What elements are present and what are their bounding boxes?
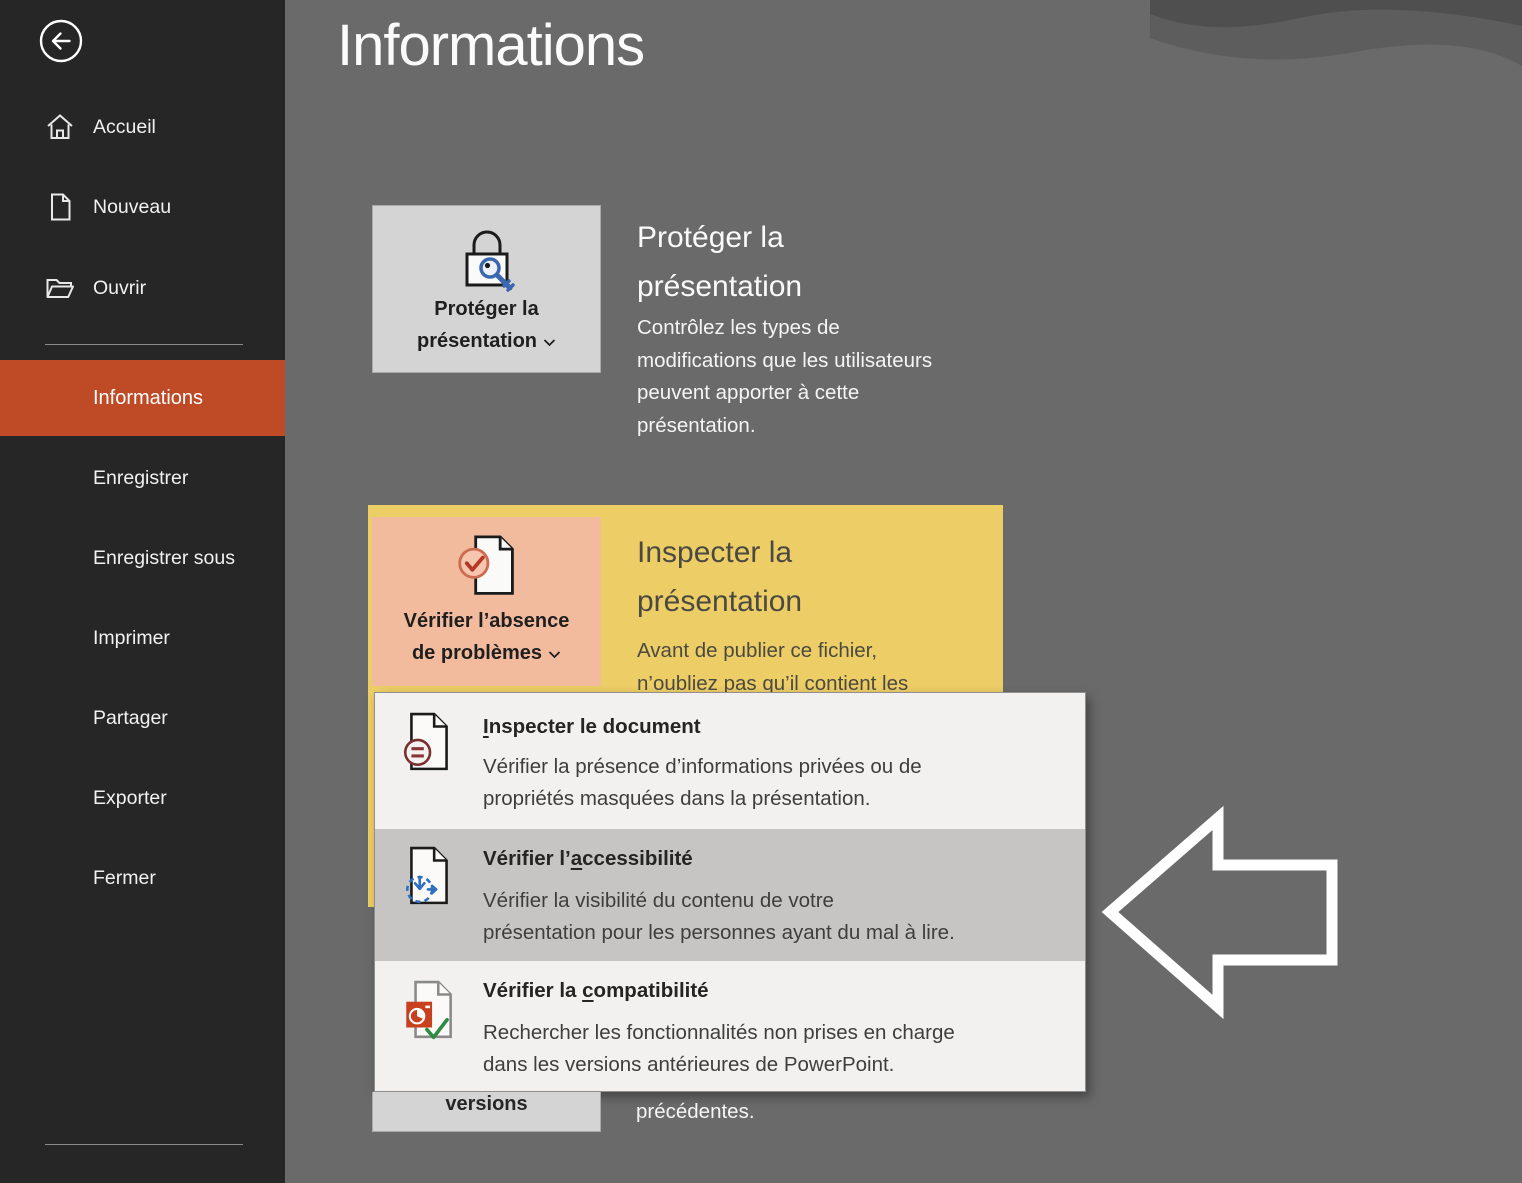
sidebar-item-partager[interactable]: Partager xyxy=(93,704,168,732)
protect-presentation-button[interactable]: Protéger la présentation xyxy=(372,205,601,373)
sidebar-item-imprimer[interactable]: Imprimer xyxy=(93,624,170,652)
check-button-label-line1: Vérifier l’absence xyxy=(372,610,601,633)
version-history-button-partial[interactable]: versions xyxy=(372,1092,601,1132)
inspect-document-icon xyxy=(404,711,454,773)
home-icon xyxy=(44,111,76,143)
chevron-down-icon xyxy=(548,642,561,665)
chevron-down-icon xyxy=(543,330,556,353)
check-button-label-line2: de problèmes xyxy=(372,642,601,665)
sidebar: Accueil Nouveau Ouvrir Informations Enre… xyxy=(0,0,285,1183)
check-for-issues-dropdown-menu: Inspecter le document Vérifier la présen… xyxy=(374,692,1086,1092)
new-document-icon xyxy=(44,191,76,223)
sidebar-item-enregistrer-sous[interactable]: Enregistrer sous xyxy=(93,544,235,572)
sidebar-item-informations-selected[interactable]: Informations xyxy=(0,360,285,436)
inspect-section-description: Avant de publier ce fichier, n’oubliez p… xyxy=(637,635,908,700)
trailing-description-text: précédentes. xyxy=(636,1100,755,1124)
sidebar-divider-bottom xyxy=(45,1144,243,1145)
versions-button-label: versions xyxy=(373,1093,600,1116)
accessibility-check-icon xyxy=(404,845,454,907)
compatibility-check-icon xyxy=(404,979,456,1043)
menu-item-check-accessibility[interactable]: Vérifier l’accessibilité Vérifier la vis… xyxy=(375,829,1085,961)
sidebar-divider-top xyxy=(45,344,243,345)
check-for-issues-button[interactable]: Vérifier l’absence de problèmes xyxy=(372,517,601,686)
powerpoint-backstage-informations: Informations Accueil Nouveau Ouvrir In xyxy=(0,0,1522,1183)
protect-button-label-line2: présentation xyxy=(373,330,600,353)
sidebar-item-label: Informations xyxy=(93,360,203,436)
background-texture xyxy=(1150,0,1522,150)
menu-item-inspect-document[interactable]: Inspecter le document Vérifier la présen… xyxy=(375,693,1085,829)
open-folder-icon xyxy=(44,272,76,304)
back-arrow-icon xyxy=(39,19,83,63)
sidebar-item-exporter[interactable]: Exporter xyxy=(93,784,167,812)
back-button[interactable] xyxy=(39,19,83,63)
lock-key-icon xyxy=(454,226,520,294)
menu-item-check-compatibility[interactable]: Vérifier la compatibilité Rechercher les… xyxy=(375,961,1085,1093)
protect-section-heading: Protéger la présentation xyxy=(637,213,802,311)
document-check-icon xyxy=(455,531,519,603)
sidebar-item-nouveau[interactable]: Nouveau xyxy=(93,193,171,221)
inspect-section-heading: Inspecter la présentation xyxy=(637,528,802,626)
sidebar-item-accueil[interactable]: Accueil xyxy=(93,113,156,141)
sidebar-item-ouvrir[interactable]: Ouvrir xyxy=(93,274,146,302)
sidebar-item-fermer[interactable]: Fermer xyxy=(93,864,156,892)
page-title: Informations xyxy=(337,12,644,79)
big-left-arrow-annotation-icon xyxy=(1095,805,1347,1021)
sidebar-item-enregistrer[interactable]: Enregistrer xyxy=(93,464,188,492)
protect-section-description: Contrôlez les types de modifications que… xyxy=(637,312,932,442)
protect-button-label-line1: Protéger la xyxy=(373,298,600,321)
